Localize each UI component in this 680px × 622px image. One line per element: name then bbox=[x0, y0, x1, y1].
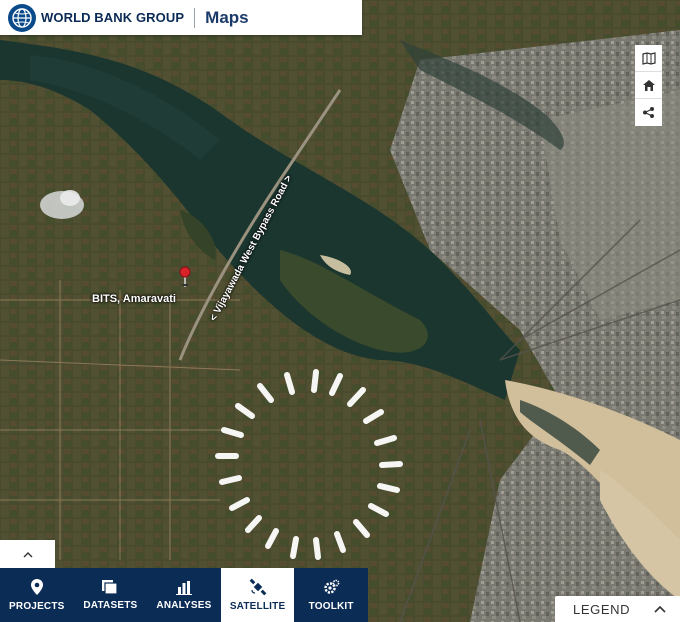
map-tools bbox=[635, 45, 662, 126]
home-icon bbox=[642, 79, 655, 91]
nav-label: TOOLKIT bbox=[308, 600, 354, 612]
globe-icon bbox=[12, 7, 32, 28]
nav-projects[interactable]: PROJECTS bbox=[0, 568, 74, 622]
nav-toolkit[interactable]: TOOLKIT bbox=[294, 568, 368, 622]
map-icon bbox=[641, 51, 656, 65]
toolkit-icon bbox=[324, 579, 340, 594]
location-pin-icon bbox=[30, 579, 43, 595]
legend-label: LEGEND bbox=[573, 601, 631, 617]
chevron-up-icon bbox=[654, 605, 666, 613]
header: WORLD BANK GROUP Maps bbox=[0, 0, 362, 35]
chevron-up-icon bbox=[23, 551, 32, 557]
header-divider bbox=[194, 7, 196, 28]
share-button[interactable] bbox=[635, 99, 662, 126]
bottom-nav: PROJECTS DATASETS ANALYSES SATELLITE TOO… bbox=[0, 568, 368, 622]
nav-analyses[interactable]: ANALYSES bbox=[147, 568, 221, 622]
satellite-map[interactable] bbox=[0, 0, 680, 622]
expand-panel-button[interactable] bbox=[0, 540, 55, 568]
nav-label: DATASETS bbox=[83, 600, 138, 611]
share-icon bbox=[642, 107, 654, 118]
nav-satellite[interactable]: SATELLITE bbox=[220, 568, 295, 622]
home-button[interactable] bbox=[635, 72, 662, 99]
legend-toggle[interactable]: LEGEND bbox=[555, 596, 680, 622]
world-bank-logo[interactable] bbox=[8, 3, 36, 32]
bar-chart-icon bbox=[175, 580, 192, 595]
nav-datasets[interactable]: DATASETS bbox=[73, 568, 148, 622]
org-name: WORLD BANK GROUP bbox=[41, 10, 185, 25]
basemap-button[interactable] bbox=[635, 45, 662, 72]
nav-label: ANALYSES bbox=[156, 599, 212, 611]
nav-label: SATELLITE bbox=[229, 601, 286, 612]
datasets-icon bbox=[102, 580, 118, 595]
app-name[interactable]: Maps bbox=[205, 8, 248, 28]
nav-label: PROJECTS bbox=[9, 601, 65, 612]
place-label: BITS, Amaravati bbox=[92, 293, 176, 305]
satellite-icon bbox=[249, 578, 266, 596]
